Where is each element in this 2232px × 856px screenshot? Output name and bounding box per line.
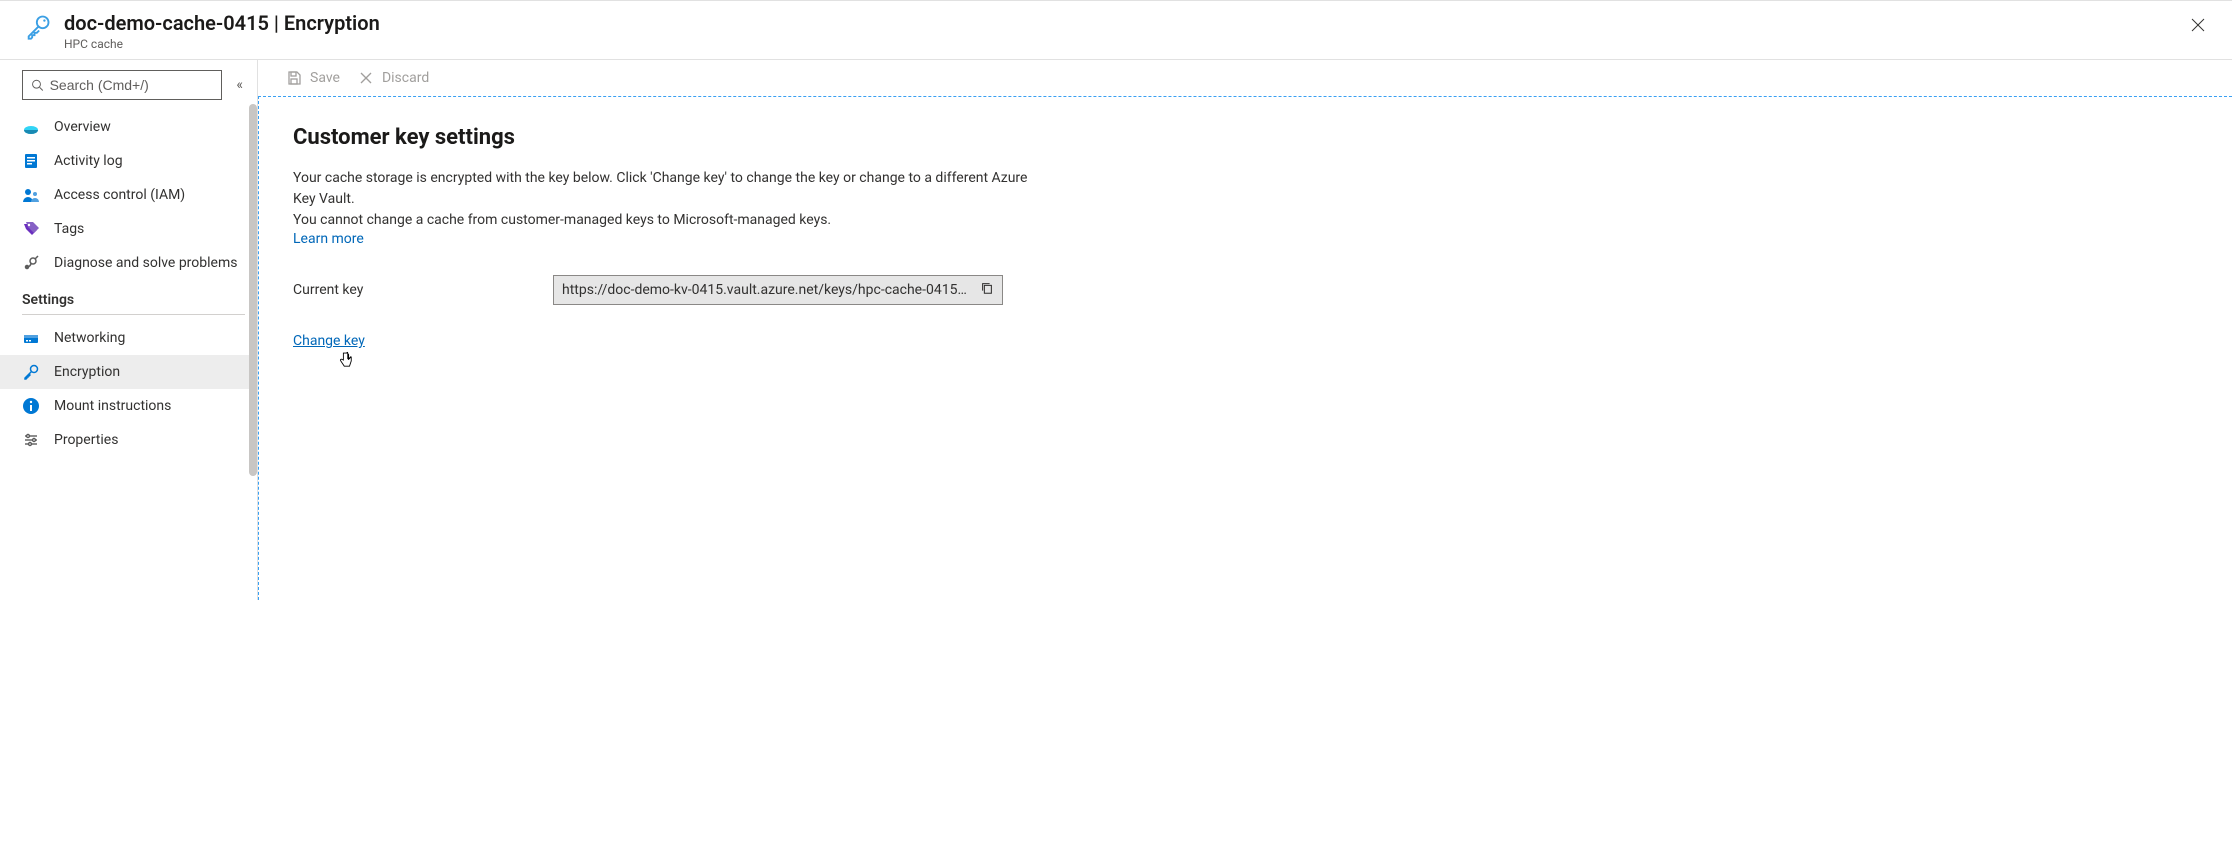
discard-label: Discard bbox=[382, 70, 429, 86]
page-subtitle: HPC cache bbox=[64, 37, 380, 51]
sidebar-nav: Overview Activity log Access control (IA… bbox=[0, 104, 257, 600]
close-button[interactable] bbox=[2184, 11, 2212, 39]
sidebar: « Overview Activity log bbox=[0, 60, 258, 600]
overview-icon bbox=[22, 118, 40, 136]
sidebar-item-label: Networking bbox=[54, 330, 125, 346]
sidebar-item-label: Properties bbox=[54, 432, 118, 448]
description-line-1: Your cache storage is encrypted with the… bbox=[293, 168, 1053, 210]
sidebar-item-label: Encryption bbox=[54, 364, 120, 380]
sidebar-item-mount-instructions[interactable]: Mount instructions bbox=[0, 389, 257, 423]
learn-more-link[interactable]: Learn more bbox=[293, 231, 364, 247]
sidebar-item-label: Activity log bbox=[54, 153, 123, 169]
section-heading: Customer key settings bbox=[293, 125, 2198, 150]
key-icon bbox=[22, 363, 40, 381]
copy-button[interactable] bbox=[980, 281, 994, 299]
sidebar-item-label: Access control (IAM) bbox=[54, 187, 185, 203]
networking-icon bbox=[22, 329, 40, 347]
sidebar-item-label: Diagnose and solve problems bbox=[54, 255, 237, 271]
sidebar-scrollbar-thumb[interactable] bbox=[249, 104, 257, 476]
current-key-label: Current key bbox=[293, 282, 513, 298]
current-key-value-box: https://doc-demo-kv-0415.vault.azure.net… bbox=[553, 275, 1003, 305]
iam-icon bbox=[22, 186, 40, 204]
cursor-icon bbox=[339, 351, 353, 373]
discard-button[interactable]: Discard bbox=[358, 70, 429, 86]
sidebar-section-settings: Settings bbox=[0, 280, 257, 312]
search-icon bbox=[31, 78, 44, 92]
sidebar-item-label: Tags bbox=[54, 221, 84, 237]
sidebar-item-access-control[interactable]: Access control (IAM) bbox=[0, 178, 257, 212]
change-key-link[interactable]: Change key bbox=[293, 333, 365, 349]
save-label: Save bbox=[310, 70, 340, 86]
description-line-2: You cannot change a cache from customer-… bbox=[293, 210, 1053, 231]
save-icon bbox=[286, 70, 302, 86]
save-button[interactable]: Save bbox=[286, 70, 340, 86]
content-area: Customer key settings Your cache storage… bbox=[258, 96, 2232, 600]
sidebar-item-label: Mount instructions bbox=[54, 398, 171, 414]
info-icon bbox=[22, 397, 40, 415]
search-box[interactable] bbox=[22, 70, 222, 100]
current-key-value: https://doc-demo-kv-0415.vault.azure.net… bbox=[562, 282, 972, 298]
blade-header: doc-demo-cache-0415 | Encryption HPC cac… bbox=[0, 1, 2232, 60]
page-title: doc-demo-cache-0415 | Encryption bbox=[64, 11, 380, 35]
sidebar-scrollbar[interactable] bbox=[249, 104, 257, 600]
sidebar-item-diagnose[interactable]: Diagnose and solve problems bbox=[0, 246, 257, 280]
main-content: Save Discard Customer key settings Your … bbox=[258, 60, 2232, 600]
properties-icon bbox=[22, 431, 40, 449]
sidebar-item-overview[interactable]: Overview bbox=[0, 110, 257, 144]
activity-log-icon bbox=[22, 152, 40, 170]
sidebar-item-networking[interactable]: Networking bbox=[0, 321, 257, 355]
sidebar-item-encryption[interactable]: Encryption bbox=[0, 355, 257, 389]
sidebar-item-tags[interactable]: Tags bbox=[0, 212, 257, 246]
search-input[interactable] bbox=[50, 77, 214, 93]
toolbar: Save Discard bbox=[258, 60, 2232, 96]
diagnose-icon bbox=[22, 254, 40, 272]
copy-icon bbox=[980, 281, 994, 295]
discard-icon bbox=[358, 70, 374, 86]
sidebar-item-activity-log[interactable]: Activity log bbox=[0, 144, 257, 178]
sidebar-item-label: Overview bbox=[54, 119, 111, 135]
tags-icon bbox=[22, 220, 40, 238]
key-icon bbox=[24, 13, 52, 41]
collapse-sidebar-button[interactable]: « bbox=[232, 73, 247, 97]
sidebar-item-properties[interactable]: Properties bbox=[0, 423, 257, 457]
